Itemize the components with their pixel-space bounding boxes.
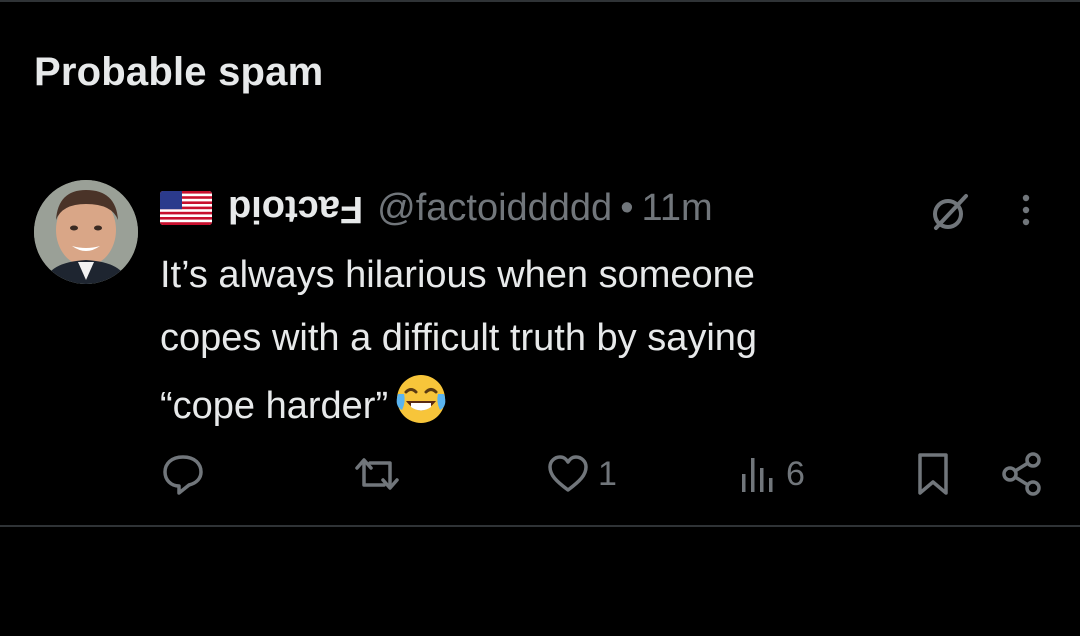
grok-icon[interactable] [928,190,972,234]
more-options-icon[interactable] [1012,188,1040,232]
share-icon [1002,452,1041,496]
tweet-text: It’s always hilarious when someone copes… [160,244,1020,438]
face-with-tears-of-joy-emoji-icon [392,370,450,428]
tweet-text-line: copes with a difficult truth by saying [160,317,758,359]
tweet-text-line-last: “cope harder” [160,370,1020,438]
heart-icon [548,455,588,492]
retweet-button[interactable] [354,448,400,500]
tweet-text-line: “cope harder” [160,385,389,427]
like-count: 1 [598,454,617,493]
reply-button[interactable] [160,448,206,500]
retweet-icon [355,458,399,490]
bottom-divider [0,525,1080,527]
reply-icon [163,455,203,495]
display-name[interactable]: Factoid [228,187,363,230]
avatar[interactable] [34,180,138,284]
section-title: Probable spam [34,50,324,94]
tweet-text-line: It’s always hilarious when someone [160,254,755,296]
like-button[interactable]: 1 [546,448,617,500]
tweet[interactable]: Factoid @factoiddddd • 11m It’s always h… [0,160,1080,526]
views-button[interactable]: 6 [738,448,805,500]
separator-dot: • [620,186,634,229]
share-button[interactable] [1000,448,1044,500]
user-handle[interactable]: @factoiddddd [377,187,612,230]
views-count: 6 [786,454,805,493]
us-flag-icon [160,191,212,225]
views-icon [742,458,773,492]
top-divider [0,0,1080,2]
tweet-header: Factoid @factoiddddd • 11m [160,182,713,234]
tweet-actions: 1 6 [0,448,1080,500]
bookmark-icon [918,453,948,495]
timestamp[interactable]: 11m [642,187,713,230]
bookmark-button[interactable] [912,448,954,500]
